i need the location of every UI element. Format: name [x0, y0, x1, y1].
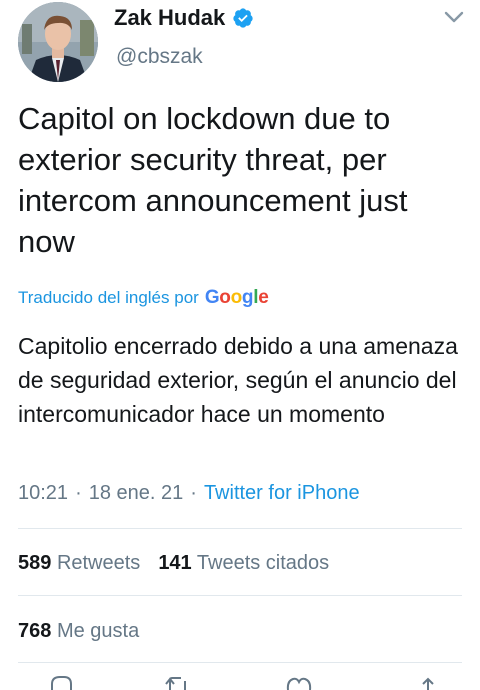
likes-stat[interactable]: 768 Me gusta: [18, 620, 139, 643]
retweet-stats: 589 Retweets 141 Tweets citados: [18, 552, 329, 575]
divider: [18, 528, 462, 529]
author-name[interactable]: Zak Hudak: [114, 5, 225, 31]
likes-count: 768: [18, 620, 52, 642]
tweet-source-link[interactable]: Twitter for iPhone: [204, 482, 360, 505]
meta-separator: ·: [190, 482, 197, 504]
retweets-stat[interactable]: 589 Retweets: [18, 552, 140, 575]
retweets-label: Retweets: [56, 552, 141, 574]
tweet-text: Capitol on lockdown due to exterior secu…: [18, 101, 408, 259]
like-stats: 768 Me gusta: [18, 620, 139, 643]
avatar[interactable]: [18, 2, 98, 82]
quote-tweets-stat[interactable]: 141 Tweets citados: [158, 552, 329, 575]
google-logo: Google: [204, 287, 269, 308]
meta-separator: ·: [75, 482, 82, 504]
share-icon[interactable]: [416, 675, 440, 690]
tweet-actions-bar: [0, 675, 480, 690]
divider: [18, 595, 462, 596]
divider: [18, 662, 462, 663]
retweet-icon[interactable]: [165, 675, 193, 690]
translation-attribution[interactable]: Traducido del inglés por Google: [18, 287, 269, 309]
translated-text: Capitolio encerrado debido a una amenaza…: [18, 333, 458, 427]
reply-icon[interactable]: [48, 675, 74, 690]
verified-badge-icon: [233, 8, 253, 28]
translated-by-label: Traducido del inglés por: [18, 288, 199, 307]
like-icon[interactable]: [285, 675, 313, 690]
retweets-count: 589: [18, 552, 52, 574]
author-handle[interactable]: @cbszak: [116, 45, 203, 69]
quotes-count: 141: [158, 552, 192, 574]
tweet-meta: 10:21 · 18 ene. 21 · Twitter for iPhone: [18, 482, 360, 505]
likes-label: Me gusta: [56, 620, 140, 642]
chevron-down-icon[interactable]: [444, 10, 464, 24]
quotes-label: Tweets citados: [196, 552, 330, 574]
tweet-header: Zak Hudak @cbszak: [0, 0, 480, 90]
tweet-time: 10:21: [18, 482, 69, 504]
tweet-date: 18 ene. 21: [88, 482, 184, 504]
